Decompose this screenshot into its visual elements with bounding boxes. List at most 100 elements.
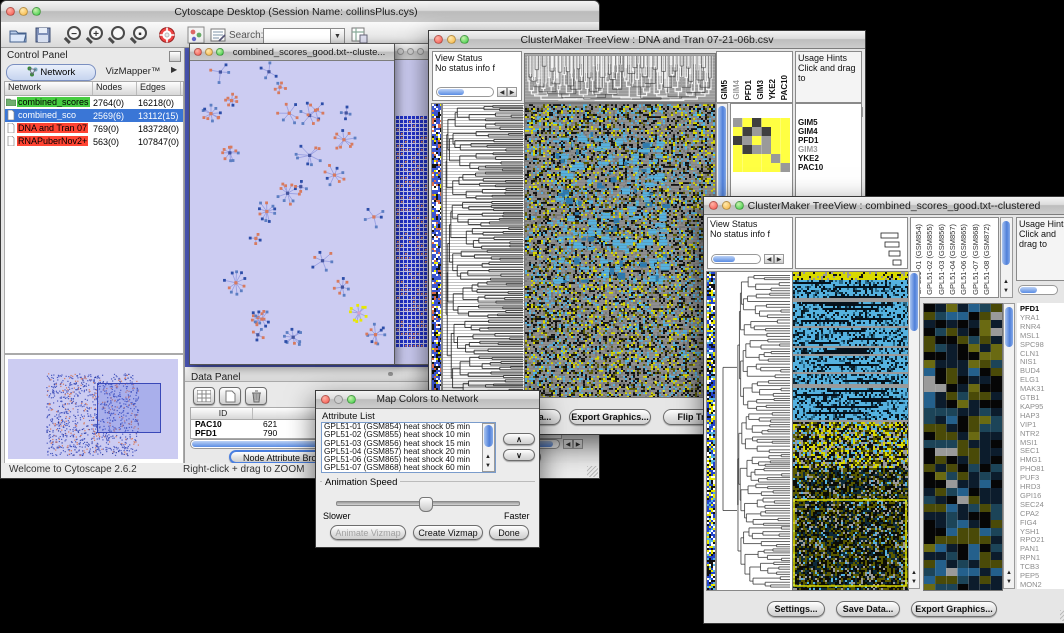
gene-label[interactable]: CLN1 [1020,349,1039,358]
open-session-icon[interactable] [9,26,27,44]
gene-label[interactable]: MAK31 [1020,384,1045,393]
birdseye-view[interactable] [4,354,184,464]
settings-button[interactable]: Settings... [767,601,825,617]
table-mode-icon[interactable] [193,387,215,405]
column-label[interactable]: GIM5 [720,80,730,100]
zoom-window-icon[interactable] [417,48,424,55]
animation-speed-slider[interactable] [336,501,520,506]
gene-label[interactable]: MSL1 [1020,331,1040,340]
attribute-browser-icon[interactable] [350,26,368,44]
zoom-fit-icon[interactable] [111,26,125,40]
move-up-button[interactable]: ∧ [503,433,535,445]
attribute-list[interactable]: GPL51-01 (GSM854) heat shock 05 minGPL51… [321,422,496,473]
network-list-item[interactable]: RNAPuberNov2+563(0)107847(0) [5,135,183,148]
network-list-item[interactable]: DNA and Tran 07769(0)183728(0) [5,122,183,135]
gene-label[interactable]: PHO81 [1020,464,1045,473]
attribute-column-header[interactable]: ID [191,408,253,419]
zoom-window-icon[interactable] [216,48,224,56]
window-resize-grip[interactable] [1060,610,1064,621]
zoom-selected-icon[interactable]: ▪ [133,26,147,40]
scroll-up-icon[interactable]: ▲ [909,569,919,578]
tab-network[interactable]: Network [6,64,96,81]
scroll-down-icon[interactable]: ▼ [909,578,919,587]
tab-vizmapper[interactable]: VizMapper™ [99,65,167,79]
scroll-right-icon[interactable]: ▶ [573,439,583,449]
close-icon[interactable] [709,201,718,210]
network-view-title-bar[interactable]: combined_scores_good.txt--cluste... [190,44,394,61]
tv2-title-bar[interactable]: ClusterMaker TreeView : combined_scores_… [704,197,1064,215]
gene-label[interactable]: KAP95 [1020,402,1043,411]
animate-vizmap-button[interactable]: Animate Vizmap [330,525,406,540]
column-label[interactable]: GPL51-03 (GSM856) [937,224,947,295]
scroll-right-icon[interactable]: ▶ [507,87,517,97]
row-label[interactable]: GIM5 [798,118,818,127]
zoom-out-icon[interactable]: − [67,26,81,40]
panel-handle-icon[interactable] [388,372,393,376]
main-title-bar[interactable]: Cytoscape Desktop (Session Name: collins… [1,1,599,23]
tv1-title-bar[interactable]: ClusterMaker TreeView : DNA and Tran 07-… [429,31,865,49]
scroll-down-icon[interactable]: ▼ [1001,287,1011,296]
column-label[interactable]: GIM4 [732,80,742,100]
gene-label[interactable]: VIP1 [1020,420,1036,429]
network-view-window[interactable]: combined_scores_good.txt--cluste... [189,43,395,365]
gene-label[interactable]: BUD4 [1020,366,1040,375]
gene-label[interactable]: TCB3 [1020,562,1039,571]
vizmapper-icon[interactable] [187,26,205,44]
column-label[interactable]: GPL51-04 (GSM857) [948,224,958,295]
column-label[interactable]: GPL51-08 (GSM872) [982,224,992,295]
column-label[interactable]: GPL51-06 (GSM865) [959,224,969,295]
zoom-window-icon[interactable] [347,395,356,404]
export-graphics-button[interactable]: Export Graphics... [911,601,997,617]
tv2-zoom-vscrollbar[interactable]: ▲ ▼ [1003,303,1015,589]
column-label[interactable]: PAC10 [780,75,790,100]
move-down-button[interactable]: ∨ [503,449,535,461]
help-icon[interactable] [158,26,176,44]
row-label[interactable]: GIM3 [798,145,818,154]
gene-label[interactable]: PAN1 [1020,544,1039,553]
minimize-icon[interactable] [334,395,343,404]
zoom-window-icon[interactable] [735,201,744,210]
column-label[interactable]: YKE2 [768,79,778,100]
gene-label[interactable]: RNR4 [1020,322,1040,331]
gene-label[interactable]: MSI1 [1020,438,1038,447]
close-icon[interactable] [6,7,15,16]
gene-label[interactable]: FIG4 [1020,518,1037,527]
gene-label[interactable]: SEC24 [1020,500,1044,509]
export-graphics-button[interactable]: Export Graphics... [569,409,651,425]
gene-label[interactable]: PUF3 [1020,473,1039,482]
birdseye-viewport[interactable] [97,383,161,433]
gene-label[interactable]: GTB1 [1020,393,1040,402]
float-panel-icon[interactable] [169,51,181,62]
attribute-list-vscrollbar[interactable]: ▲ ▼ [482,423,495,472]
gene-label[interactable]: YSH1 [1020,527,1040,536]
slider-thumb[interactable] [419,497,433,512]
gene-label[interactable]: HAP3 [1020,411,1040,420]
network-view-window-dna[interactable] [393,43,433,365]
tab-overflow-icon[interactable]: ▶ [171,65,177,74]
dna-view-title-bar[interactable] [394,44,432,60]
scroll-down-icon[interactable]: ▼ [1004,578,1014,587]
annotation-icon[interactable] [209,26,227,44]
zoom-in-icon[interactable]: + [89,26,103,40]
attribute-list-item[interactable]: GPL51-07 (GSM868) heat shock 60 min [322,464,495,472]
minimize-icon[interactable] [19,7,28,16]
minimize-icon[interactable] [205,48,213,56]
save-session-icon[interactable] [34,26,52,44]
save-data-button[interactable]: Save Data... [836,601,900,617]
create-vizmap-button[interactable]: Create Vizmap [413,525,483,540]
scroll-up-icon[interactable]: ▲ [1004,569,1014,578]
scroll-left-icon[interactable]: ◀ [497,87,507,97]
close-icon[interactable] [434,35,443,44]
zoom-window-icon[interactable] [32,7,41,16]
tv2-hints-hscrollbar[interactable] [1018,285,1058,295]
column-label[interactable]: GIM3 [756,80,766,100]
scroll-right-icon[interactable]: ▶ [774,254,784,264]
column-label[interactable]: PFD1 [744,80,754,100]
gene-label[interactable]: GPI16 [1020,491,1041,500]
network-column-header[interactable]: Network [5,82,93,95]
row-label[interactable]: GIM4 [798,127,818,136]
done-button[interactable]: Done [489,525,529,540]
zoom-window-icon[interactable] [460,35,469,44]
gene-label[interactable]: SPC98 [1020,340,1044,349]
network-column-header[interactable]: Nodes [93,82,137,95]
